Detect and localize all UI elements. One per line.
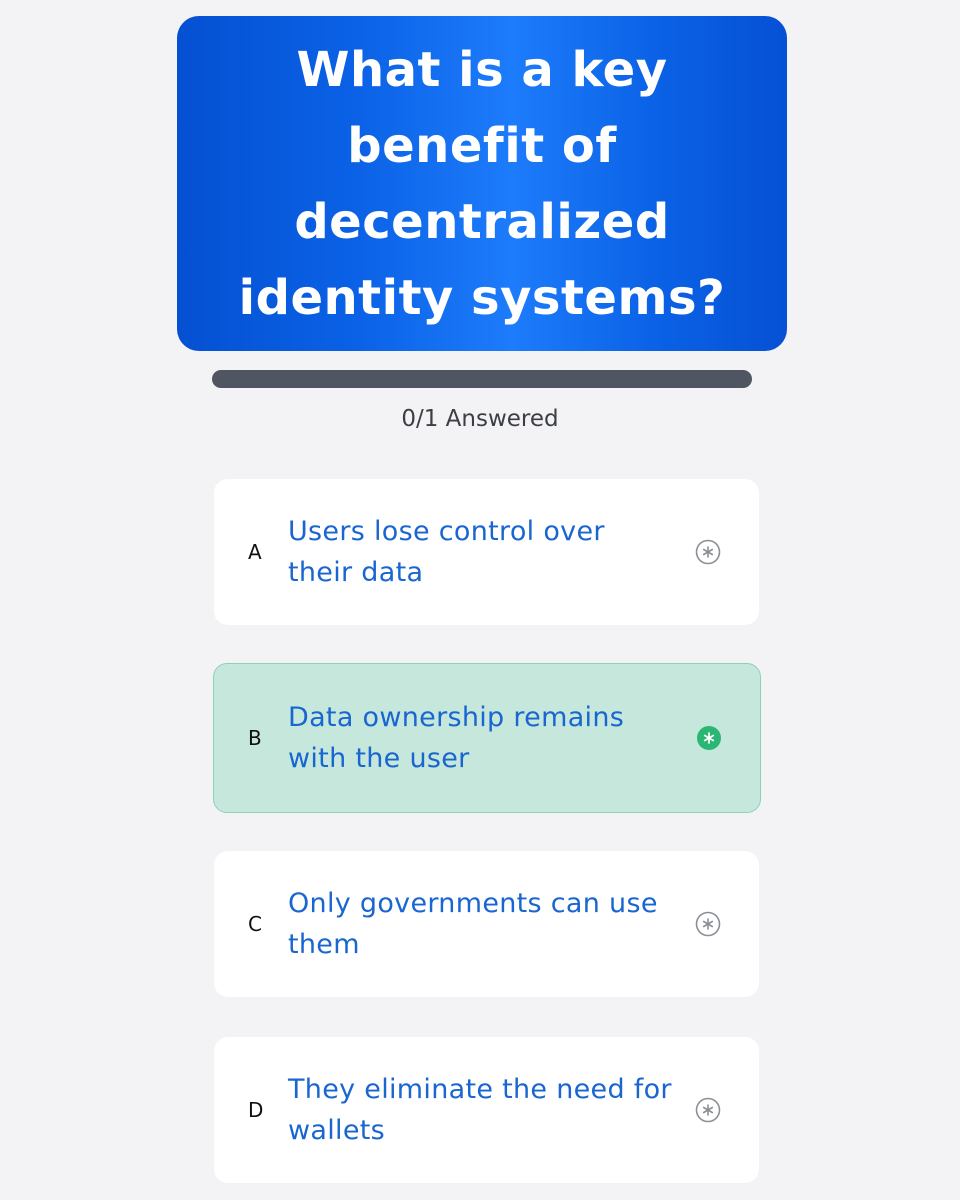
asterisk-circle-icon[interactable] bbox=[695, 539, 721, 565]
option-text: Users lose control over their data bbox=[288, 516, 605, 588]
option-letter: B bbox=[248, 726, 262, 750]
progress-label: 0/1 Answered bbox=[401, 406, 559, 432]
option-text: They eliminate the need for wallets bbox=[288, 1074, 672, 1146]
option-d[interactable]: D They eliminate the need for wallets bbox=[214, 1037, 759, 1183]
option-c[interactable]: C Only governments can use them bbox=[214, 851, 759, 997]
option-letter: D bbox=[248, 1098, 264, 1122]
asterisk-circle-icon[interactable] bbox=[696, 725, 722, 751]
option-b[interactable]: B Data ownership remains with the user bbox=[213, 663, 761, 813]
question-title: What is a key benefit of decentralized i… bbox=[238, 41, 726, 326]
option-a[interactable]: A Users lose control over their data bbox=[214, 479, 759, 625]
option-text: Only governments can use them bbox=[288, 888, 658, 960]
asterisk-circle-icon[interactable] bbox=[695, 1097, 721, 1123]
option-letter: C bbox=[248, 912, 262, 936]
option-letter: A bbox=[248, 540, 262, 564]
asterisk-circle-icon[interactable] bbox=[695, 911, 721, 937]
option-text: Data ownership remains with the user bbox=[288, 702, 625, 774]
progress-bar bbox=[212, 370, 752, 388]
question-card: What is a key benefit of decentralized i… bbox=[177, 16, 787, 351]
